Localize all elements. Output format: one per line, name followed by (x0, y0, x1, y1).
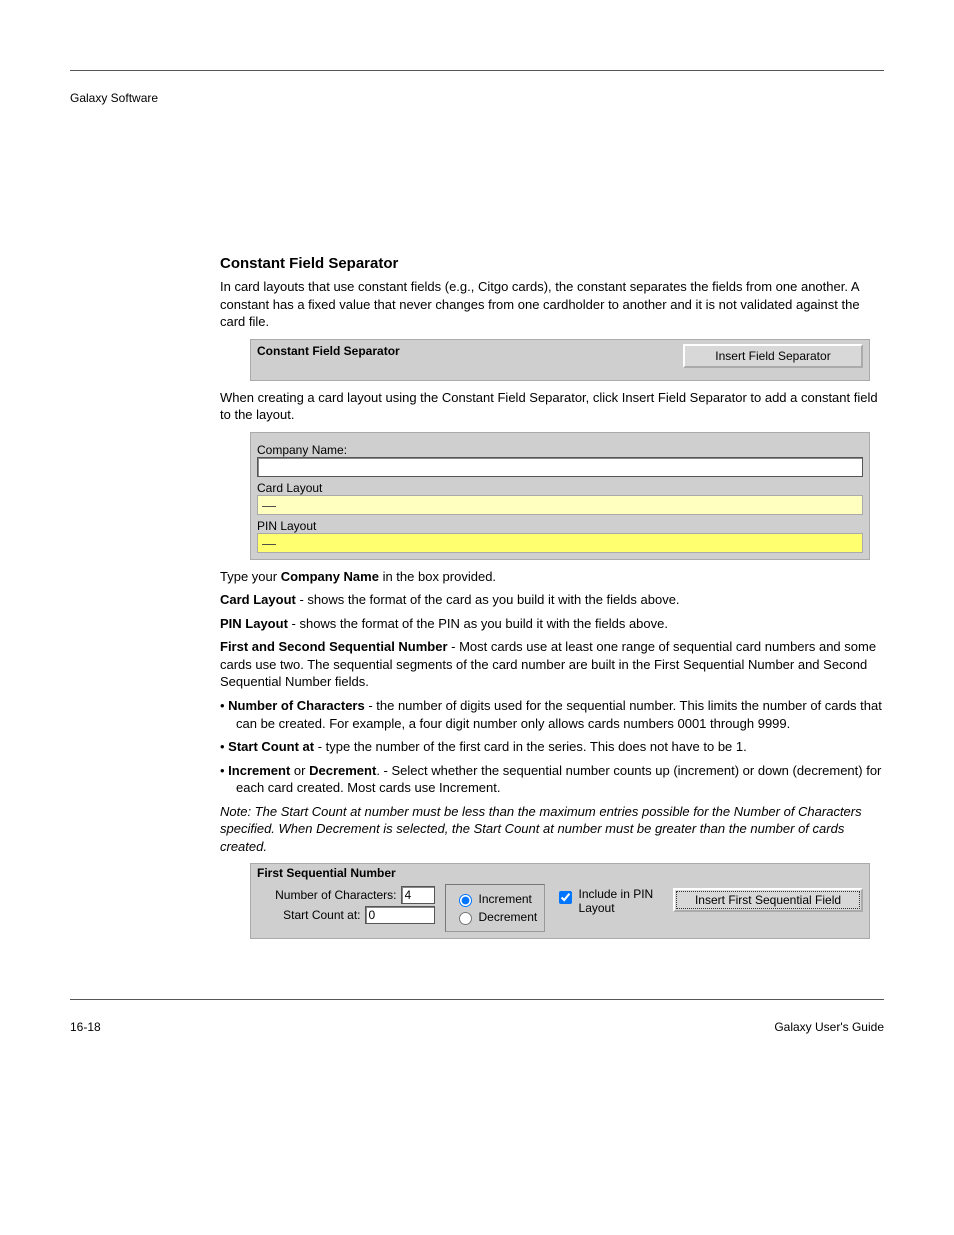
company-name-input[interactable] (257, 457, 863, 477)
insert-field-separator-button[interactable]: Insert Field Separator (683, 344, 863, 368)
num-chars-label: Number of Characters: (275, 888, 396, 902)
pin-layout-readonly: — (257, 533, 863, 553)
decrement-radio-label[interactable]: Decrement (454, 909, 536, 925)
decrement-radio[interactable] (459, 912, 472, 925)
const-sep-after: When creating a card layout using the Co… (220, 389, 884, 424)
const-sep-body: In card layouts that use constant fields… (220, 278, 884, 331)
company-name-line: Type your Company Name in the box provid… (220, 568, 884, 586)
footer-left: 16-18 (70, 1020, 101, 1034)
const-sep-heading: Constant Field Separator (220, 255, 884, 272)
pin-layout-label: PIN Layout (257, 519, 863, 533)
num-chars-input[interactable] (401, 886, 435, 904)
bullet-1: • Start Count at - type the number of th… (236, 738, 884, 756)
seq-note: Note: The Start Count at number must be … (220, 803, 884, 856)
card-layout-label: Card Layout (257, 481, 863, 495)
start-count-label: Start Count at: (283, 908, 360, 922)
seq-lead: First and Second Sequential Number - Mos… (220, 638, 884, 691)
card-layout-line: Card Layout - shows the format of the ca… (220, 591, 884, 609)
constant-field-separator-panel: Constant Field Separator Insert Field Se… (250, 339, 870, 381)
header-left: Galaxy Software (70, 91, 884, 105)
first-sequential-title: First Sequential Number (257, 866, 863, 880)
footer-right: Galaxy User's Guide (774, 1020, 884, 1034)
const-sep-panel-title: Constant Field Separator (257, 344, 400, 358)
include-in-pin-label: Include in PIN Layout (579, 888, 663, 916)
company-name-label: Company Name: (257, 443, 863, 457)
top-rule (70, 70, 884, 71)
increment-radio[interactable] (459, 894, 472, 907)
bottom-rule (70, 999, 884, 1000)
card-layout-readonly: — (257, 495, 863, 515)
increment-decrement-group: Increment Decrement (445, 884, 545, 932)
insert-first-sequential-button[interactable]: Insert First Sequential Field (673, 888, 863, 912)
bullet-0: • Number of Characters - the number of d… (236, 697, 884, 732)
include-in-pin-checkbox[interactable] (559, 891, 572, 904)
bullet-2: • Increment or Decrement. - Select wheth… (236, 762, 884, 797)
start-count-input[interactable] (365, 906, 435, 924)
increment-text: Increment (479, 892, 532, 906)
increment-radio-label[interactable]: Increment (454, 891, 536, 907)
company-layout-panel: Company Name: Card Layout — PIN Layout — (250, 432, 870, 560)
decrement-text: Decrement (479, 910, 538, 924)
first-sequential-panel: First Sequential Number Number of Charac… (250, 863, 870, 939)
pin-layout-line: PIN Layout - shows the format of the PIN… (220, 615, 884, 633)
